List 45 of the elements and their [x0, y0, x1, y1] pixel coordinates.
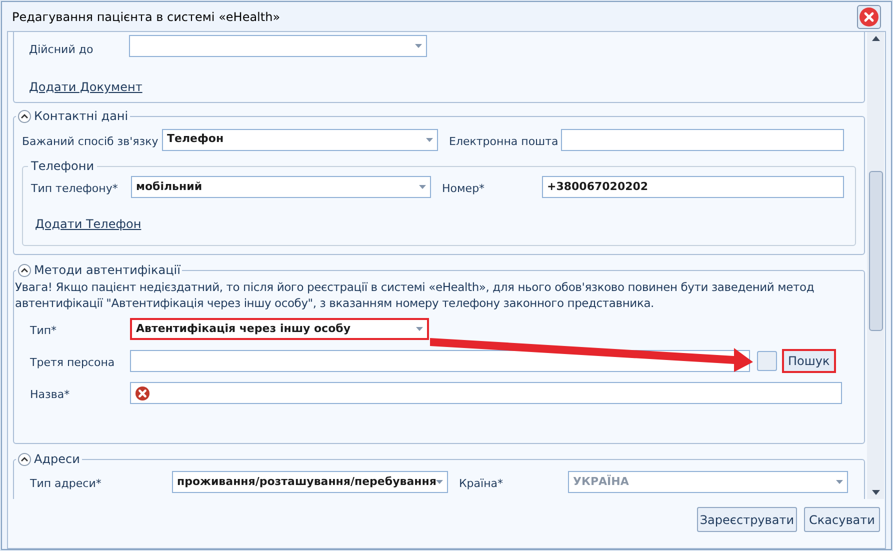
dropdown[interactable]: Телефон [162, 128, 438, 150]
caret-icon [416, 327, 423, 331]
dropdown[interactable] [129, 35, 427, 57]
input-field[interactable] [561, 128, 844, 150]
section-title: Адреси [34, 451, 80, 468]
search-button[interactable]: Пошук [782, 349, 836, 373]
caret-icon [836, 480, 843, 484]
input-field[interactable]: +380067020202 [542, 176, 844, 198]
field-label: Назва* [30, 388, 70, 401]
field-label: Електронна пошта [449, 135, 558, 148]
caret-icon [419, 185, 426, 189]
caret-icon [415, 44, 422, 48]
section-title: Контактні дані [34, 108, 128, 125]
collapse-icon[interactable] [18, 264, 31, 276]
scrollbar[interactable] [867, 32, 884, 499]
add-link[interactable]: Додати Телефон [35, 217, 142, 231]
dropdown[interactable]: проживання/розташування/перебування [172, 471, 448, 493]
warning-text: Увага! Якщо пацієнт недієздатний, то після його реєстрації в системі «eHealth», для нього обов'язково повинен бути заведений метод автентифікації "Автентифікація через іншу особу", з вказанням номеру телефону законного представника. [15, 279, 816, 311]
caret-icon [426, 138, 433, 142]
add-link[interactable]: Додати Документ [29, 80, 142, 94]
dialog-button[interactable]: Скасувати [804, 507, 880, 532]
field-label: Третя персона [30, 356, 115, 369]
field-label: Тип* [30, 324, 57, 337]
scrollbar-thumb[interactable] [868, 171, 882, 331]
caret-icon [436, 480, 444, 484]
input-field[interactable] [130, 382, 842, 404]
scroll-up-icon[interactable] [872, 36, 880, 41]
collapse-icon[interactable] [18, 110, 31, 122]
field-label: Бажаний спосіб зв'язку [22, 135, 158, 148]
dropdown[interactable]: Автентифікація через іншу особу [130, 318, 429, 340]
field-label: Тип телефону* [31, 182, 118, 195]
field-label: Номер* [442, 182, 485, 195]
error-icon [135, 386, 150, 400]
close-icon [859, 6, 879, 26]
field-label: Дійсний до [29, 43, 94, 56]
field-label: Тип адреси* [30, 477, 102, 490]
close-button[interactable] [857, 4, 881, 28]
scroll-down-icon[interactable] [872, 490, 880, 495]
dialog-button[interactable]: Зареєструвати [696, 507, 797, 532]
field-label: Країна* [459, 477, 504, 490]
dropdown[interactable]: мобільний [131, 176, 431, 198]
section-title: Методи автентифікації [34, 262, 180, 279]
window-title: Редагування пацієнта в системі «eHealth» [12, 8, 280, 26]
group-title: Телефони [30, 158, 96, 175]
collapse-icon[interactable] [18, 452, 31, 466]
